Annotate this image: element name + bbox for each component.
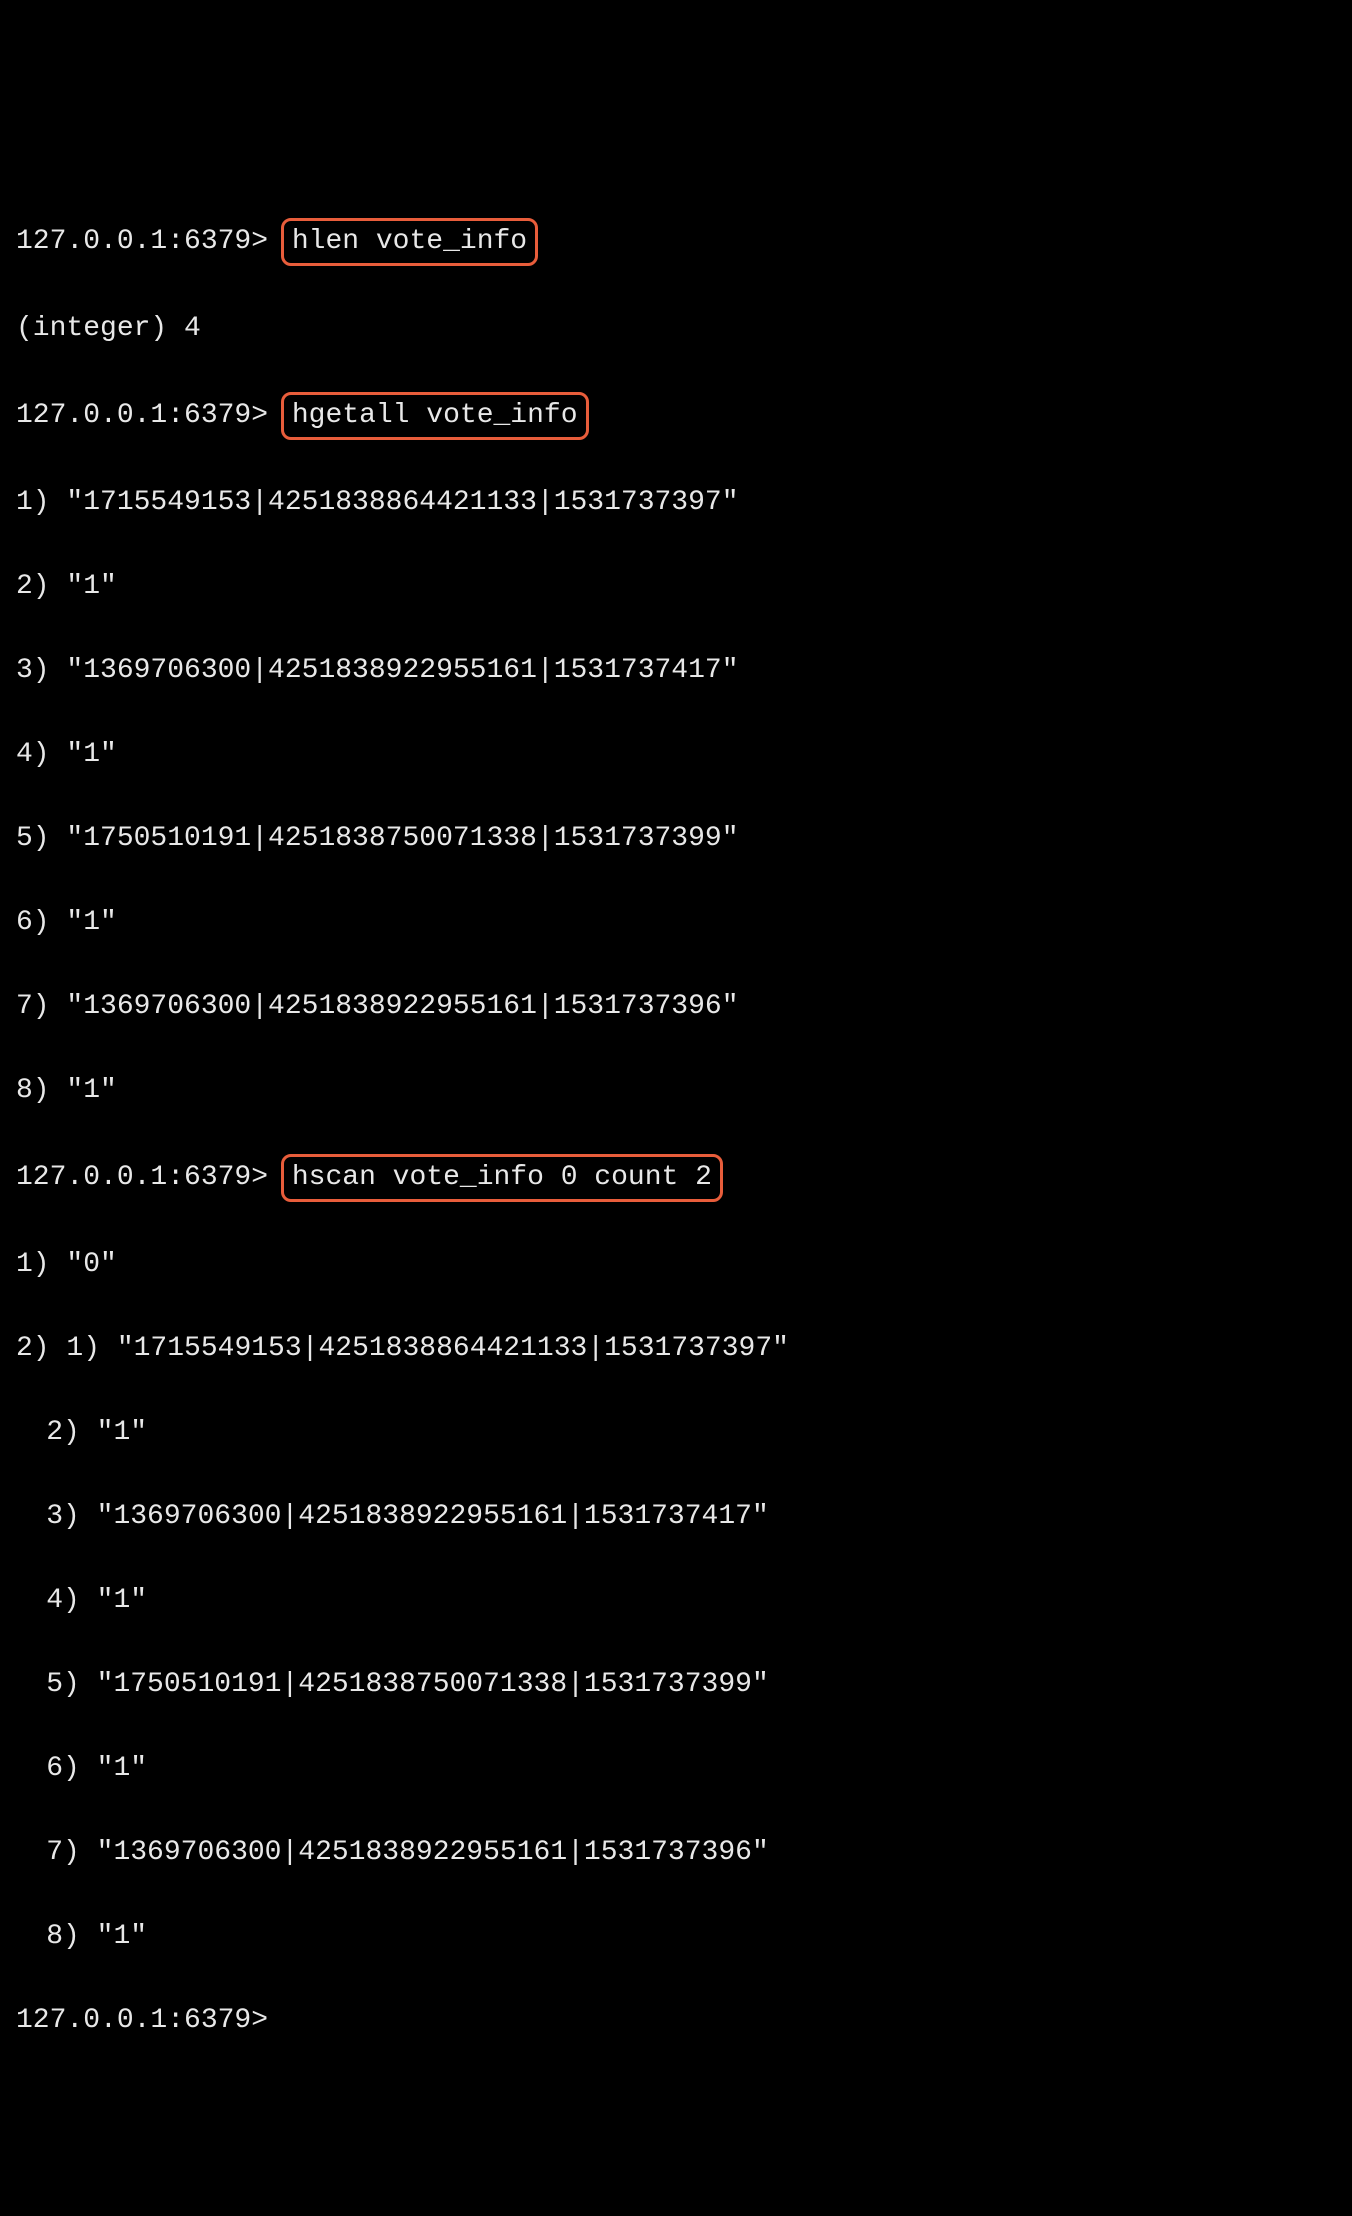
output-line: 3) "1369706300|4251838922955161|15317374… [16,650,1336,692]
nested-line: 2) "1" [16,1412,1336,1454]
terminal-output: 127.0.0.1:6379> hlen vote_info (integer)… [16,176,1336,2084]
output-line: 1) "1715549153|4251838864421133|15317373… [16,482,1336,524]
list-prefix: 2) [16,1333,66,1364]
command-highlight-hscan: hscan vote_info 0 count 2 [281,1154,723,1202]
output-line: 8) "1" [16,1070,1336,1112]
command-line-2: 127.0.0.1:6379> hgetall vote_info [16,392,1336,440]
nested-line: 3) "1369706300|4251838922955161|15317374… [16,1496,1336,1538]
prompt: 127.0.0.1:6379> [16,226,268,257]
output-hlen: (integer) 4 [16,308,1336,350]
prompt: 127.0.0.1:6379> [16,1162,268,1193]
prompt: 127.0.0.1:6379> [16,400,268,431]
nested-line: 1) "1715549153|4251838864421133|15317373… [66,1333,789,1364]
output-line: 2) "1" [16,566,1336,608]
command-line-3: 127.0.0.1:6379> hscan vote_info 0 count … [16,1154,1336,1202]
output-line: 1) "0" [16,1244,1336,1286]
output-line: 2) 1) "1715549153|4251838864421133|15317… [16,1328,1336,1370]
nested-line: 8) "1" [16,1916,1336,1958]
command-line-1: 127.0.0.1:6379> hlen vote_info [16,218,1336,266]
command-line-empty[interactable]: 127.0.0.1:6379> [16,2000,1336,2042]
output-line: 5) "1750510191|4251838750071338|15317373… [16,818,1336,860]
output-line: 4) "1" [16,734,1336,776]
nested-line: 6) "1" [16,1748,1336,1790]
nested-line: 7) "1369706300|4251838922955161|15317373… [16,1832,1336,1874]
prompt: 127.0.0.1:6379> [16,2005,268,2036]
output-line: 7) "1369706300|4251838922955161|15317373… [16,986,1336,1028]
command-highlight-hgetall: hgetall vote_info [281,392,589,440]
command-highlight-hlen: hlen vote_info [281,218,538,266]
nested-line: 4) "1" [16,1580,1336,1622]
nested-line: 5) "1750510191|4251838750071338|15317373… [16,1664,1336,1706]
output-line: 6) "1" [16,902,1336,944]
